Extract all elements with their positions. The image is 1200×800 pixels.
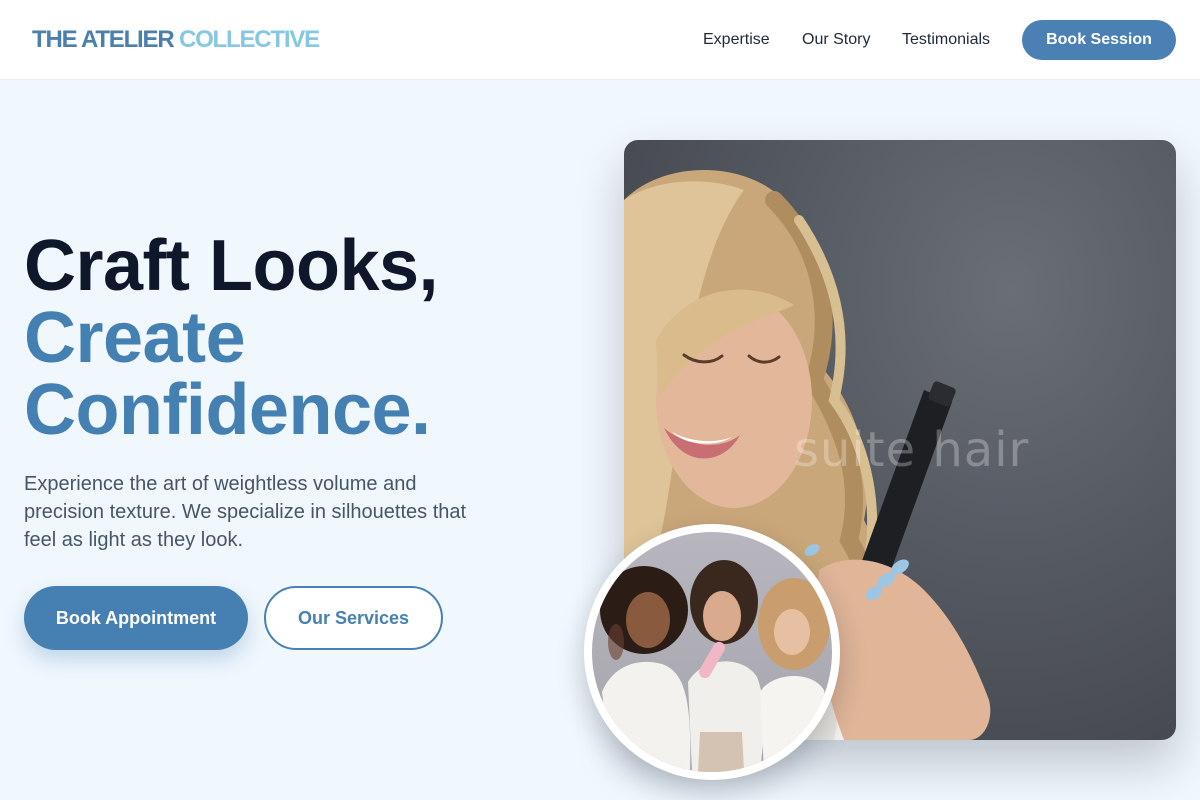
group-illustration	[600, 560, 830, 772]
nav-link-expertise[interactable]: Expertise	[703, 30, 770, 50]
image-watermark: suite hair	[794, 422, 1030, 478]
book-session-button[interactable]: Book Session	[1022, 20, 1176, 60]
logo-text-primary: THE ATELIER	[32, 26, 175, 53]
hero-subtitle: Experience the art of weightless volume …	[24, 473, 467, 551]
our-services-button[interactable]: Our Services	[264, 586, 443, 650]
logo[interactable]: THE ATELIER COLLECTIVE	[32, 26, 320, 54]
nav-link-testimonials[interactable]: Testimonials	[902, 30, 990, 50]
book-appointment-button[interactable]: Book Appointment	[24, 586, 248, 650]
headline-line-3: Confidence.	[24, 370, 431, 450]
group-photo	[592, 532, 832, 772]
site-header: THE ATELIER COLLECTIVE Expertise Our Sto…	[0, 0, 1200, 80]
headline-line-1: Craft Looks,	[24, 226, 439, 306]
hero-headline: Craft Looks, Create Confidence.	[24, 226, 439, 450]
group-photo-frame	[584, 524, 840, 780]
nav-link-our-story[interactable]: Our Story	[802, 30, 870, 50]
headline-line-2: Create	[24, 298, 246, 378]
logo-text-secondary: COLLECTIVE	[178, 26, 320, 53]
